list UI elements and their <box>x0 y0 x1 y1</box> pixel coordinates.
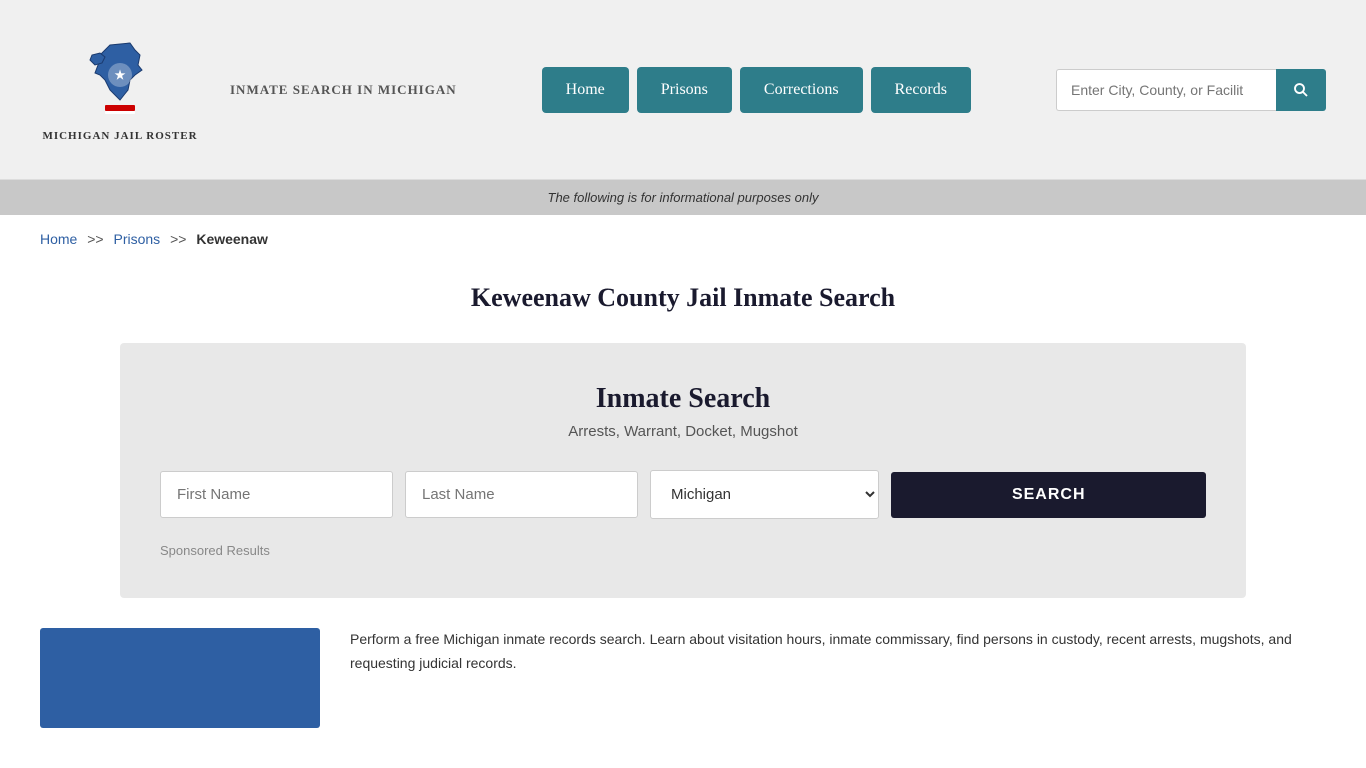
nav-corrections[interactable]: Corrections <box>740 67 863 113</box>
logo-area: ★ MICHIGAN JAIL ROSTER <box>40 35 200 144</box>
last-name-input[interactable] <box>405 471 638 518</box>
search-box-title: Inmate Search <box>160 383 1206 415</box>
header-search-button[interactable] <box>1276 69 1326 111</box>
site-header: ★ MICHIGAN JAIL ROSTER INMATE SEARCH IN … <box>0 0 1366 180</box>
breadcrumb-home[interactable]: Home <box>40 231 77 247</box>
main-nav: Home Prisons Corrections Records <box>487 67 1026 113</box>
bottom-description: Perform a free Michigan inmate records s… <box>350 628 1326 676</box>
state-select[interactable]: Michigan <box>650 470 879 519</box>
breadcrumb-sep-2: >> <box>170 231 186 247</box>
nav-prisons[interactable]: Prisons <box>637 67 732 113</box>
breadcrumb: Home >> Prisons >> Keweenaw <box>0 215 1366 263</box>
michigan-map-logo: ★ <box>80 35 160 125</box>
page-title-section: Keweenaw County Jail Inmate Search <box>0 263 1366 343</box>
search-section: Inmate Search Arrests, Warrant, Docket, … <box>120 343 1246 598</box>
sponsored-results-label: Sponsored Results <box>160 543 1206 558</box>
svg-text:★: ★ <box>115 68 126 82</box>
logo-text: MICHIGAN JAIL ROSTER <box>42 129 197 144</box>
breadcrumb-prisons[interactable]: Prisons <box>114 231 161 247</box>
search-submit-button[interactable]: SEARCH <box>891 472 1206 518</box>
first-name-input[interactable] <box>160 471 393 518</box>
page-title: Keweenaw County Jail Inmate Search <box>40 283 1326 313</box>
nav-home[interactable]: Home <box>542 67 629 113</box>
bottom-section: Perform a free Michigan inmate records s… <box>0 598 1366 758</box>
site-title: INMATE SEARCH IN MICHIGAN <box>230 80 457 100</box>
nav-records[interactable]: Records <box>871 67 971 113</box>
breadcrumb-sep-1: >> <box>87 231 103 247</box>
search-box-subtitle: Arrests, Warrant, Docket, Mugshot <box>160 423 1206 440</box>
info-bar: The following is for informational purpo… <box>0 180 1366 215</box>
header-search-area <box>1056 69 1326 111</box>
info-bar-text: The following is for informational purpo… <box>548 190 819 205</box>
breadcrumb-current: Keweenaw <box>196 231 268 247</box>
header-search-input[interactable] <box>1056 69 1276 111</box>
michigan-image <box>40 628 320 728</box>
inmate-search-form: Michigan SEARCH <box>160 470 1206 519</box>
search-icon <box>1292 81 1310 99</box>
